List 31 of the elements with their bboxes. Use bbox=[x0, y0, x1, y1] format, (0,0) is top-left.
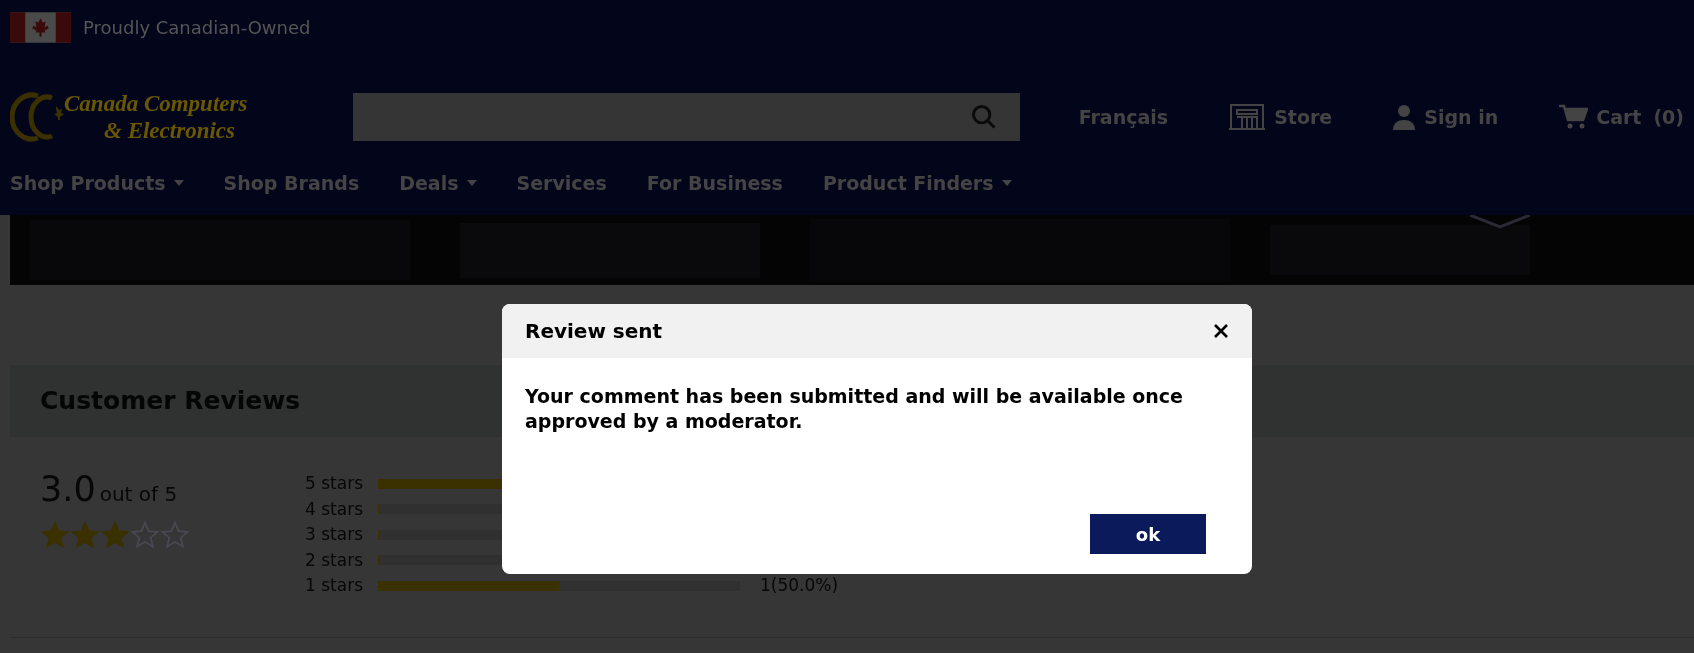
nav-link[interactable]: Shop Brands bbox=[223, 169, 360, 198]
tagline: Proudly Canadian-Owned bbox=[83, 16, 311, 40]
empty-star-icon bbox=[130, 519, 160, 550]
filled-star-icon bbox=[40, 519, 70, 550]
filled-star-icon bbox=[100, 519, 130, 550]
person-icon bbox=[1392, 104, 1417, 130]
nav-link[interactable]: Deals bbox=[399, 169, 477, 198]
store-logo[interactable]: Canada Computers & Electronics bbox=[10, 87, 353, 147]
sign-in-link[interactable]: Sign in bbox=[1392, 102, 1499, 132]
ok-button[interactable]: ok bbox=[1090, 514, 1206, 554]
caret-icon bbox=[466, 180, 477, 187]
logo-text: Canada Computers bbox=[64, 90, 248, 117]
cart-icon bbox=[1558, 104, 1589, 130]
logo-text: & Electronics bbox=[103, 117, 236, 144]
cart-link[interactable]: Cart (0) bbox=[1558, 102, 1684, 132]
canadian-flag-icon bbox=[10, 12, 71, 43]
dialog-message: Your comment has been submitted and will be available once approved by a moderator. bbox=[524, 384, 1184, 434]
nav-link[interactable]: For Business bbox=[646, 169, 783, 198]
storefront-icon bbox=[1228, 103, 1267, 131]
search-icon bbox=[970, 103, 998, 131]
filled-star-icon bbox=[70, 519, 100, 550]
nav-link[interactable]: Shop Products bbox=[10, 169, 184, 198]
nav-link[interactable]: Services bbox=[516, 169, 607, 198]
nav-link[interactable]: Product Finders bbox=[822, 169, 1012, 198]
store-link[interactable]: Store bbox=[1228, 102, 1333, 132]
dialog-title: Review sent bbox=[525, 318, 663, 345]
close-icon[interactable] bbox=[1213, 323, 1229, 339]
language-link[interactable]: Français bbox=[1078, 102, 1169, 132]
caret-icon bbox=[173, 180, 184, 187]
empty-star-icon bbox=[160, 519, 190, 550]
caret-icon bbox=[1001, 180, 1012, 187]
